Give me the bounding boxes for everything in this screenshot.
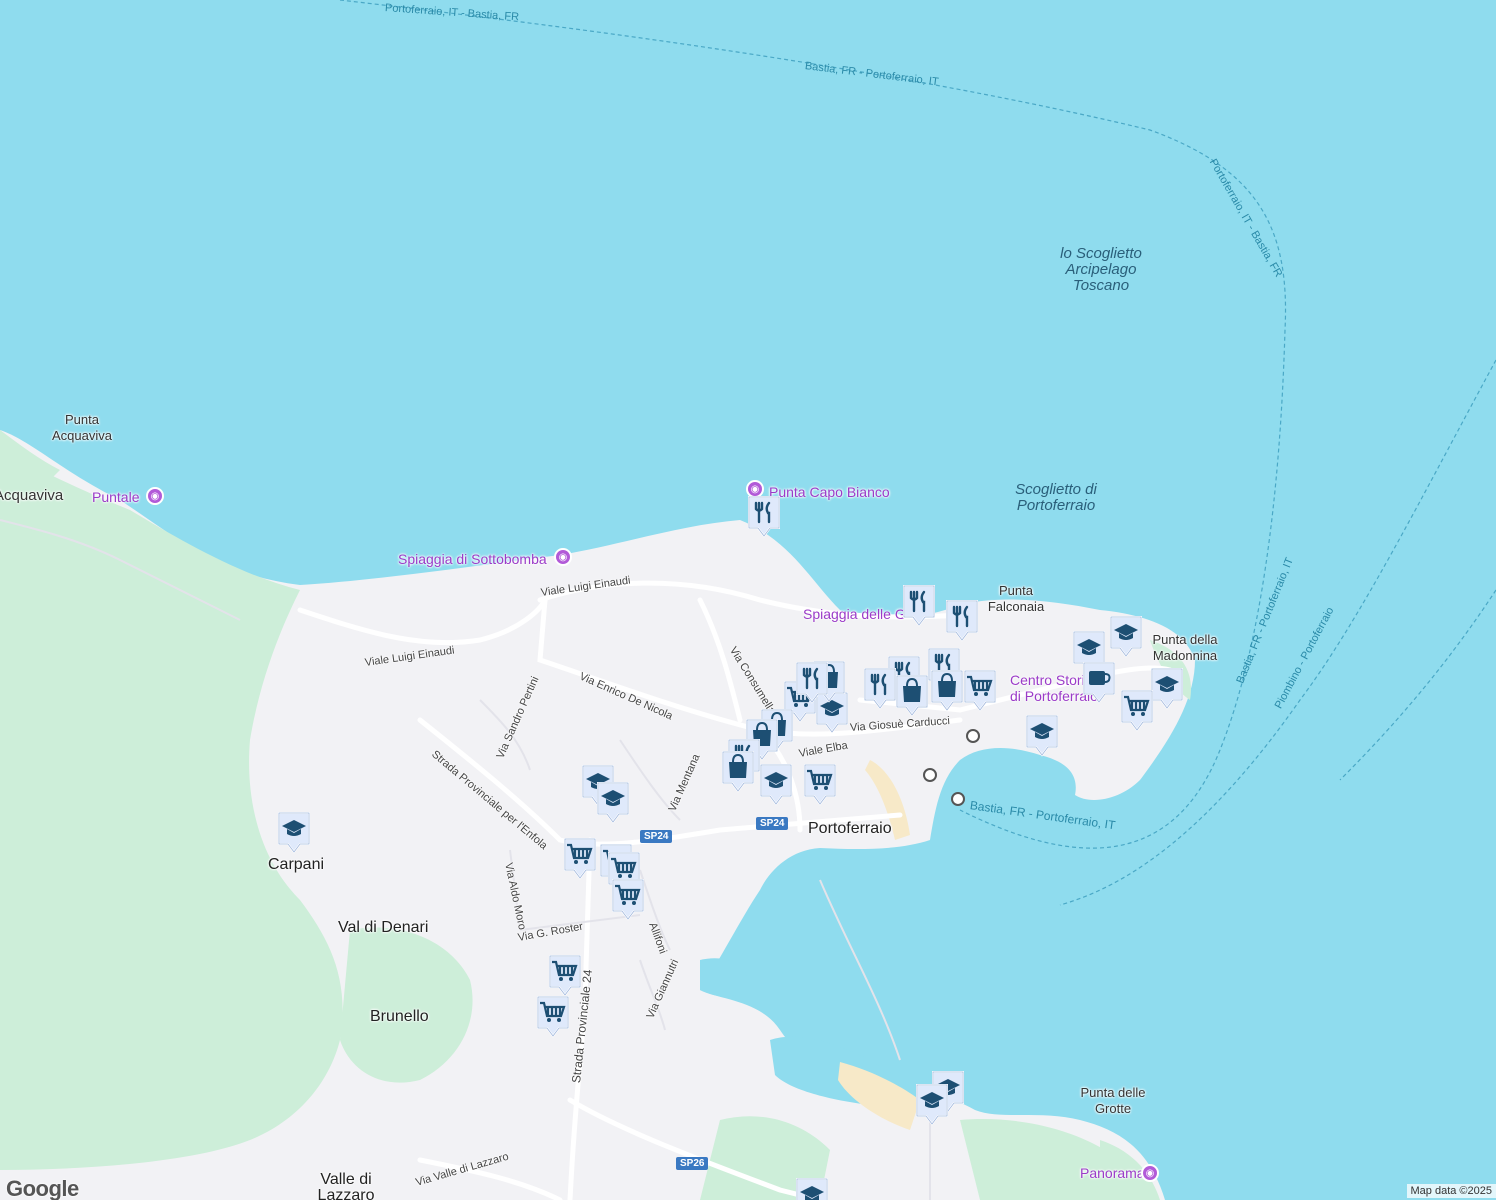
label-line: Arcipelago	[1065, 261, 1137, 278]
punta-grotte-label: Punta delle Grotte	[1080, 1085, 1145, 1117]
punta-falconaia-label: Punta Falconaia	[988, 583, 1044, 615]
road-shield: SP26	[676, 1157, 709, 1170]
carpani-label: Carpani	[268, 856, 325, 873]
shopping-marker-icon[interactable]	[720, 749, 756, 793]
punta-acquaviva-label: Punta Acquaviva	[52, 412, 112, 444]
cafe-marker-icon[interactable]	[1081, 660, 1117, 704]
school-marker-icon[interactable]	[1108, 614, 1144, 658]
scoglietto-label: lo Scoglietto Arcipelago Toscano	[1060, 246, 1142, 294]
ferry-terminal-icon[interactable]	[966, 729, 980, 743]
punta-capo-bianco-label[interactable]: Punta Capo Bianco	[769, 484, 890, 500]
school-marker-icon[interactable]	[595, 780, 631, 824]
label-line: Scoglietto di	[1015, 481, 1097, 498]
label-line: Punta	[999, 583, 1033, 598]
restaurant-marker-icon[interactable]	[901, 583, 937, 627]
restaurant-marker-icon[interactable]	[794, 660, 830, 704]
camera-icon[interactable]: ◉	[1141, 1164, 1159, 1182]
camera-icon[interactable]: ◉	[146, 487, 164, 505]
label-line: Punta della	[1152, 632, 1218, 647]
acquaviva-label: Acquaviva	[0, 487, 64, 504]
label-line: Acquaviva	[52, 428, 112, 443]
portoferraio-city-label: Portoferraio	[808, 820, 892, 837]
label-line: Punta delle	[1080, 1085, 1146, 1100]
shopping-marker-icon[interactable]	[929, 668, 965, 712]
val-di-denari-label: Val di Denari	[338, 919, 429, 936]
google-logo: Google	[6, 1176, 79, 1200]
spiaggia-delle-ghiaie-label[interactable]: Spiaggia delle G	[803, 606, 906, 622]
label-line: Valle di	[320, 1171, 372, 1188]
camera-icon[interactable]: ◉	[554, 548, 572, 566]
cart-marker-icon[interactable]	[962, 668, 998, 712]
scoglietto-portoferraio-label: Scoglietto di Portoferraio	[1015, 482, 1097, 514]
cart-marker-icon[interactable]	[802, 762, 838, 806]
label-line: Falconaia	[987, 599, 1045, 614]
punta-madonnina-label: Punta della Madonnina	[1152, 632, 1217, 664]
restaurant-marker-icon[interactable]	[862, 666, 898, 710]
ferry-terminal-icon[interactable]	[923, 768, 937, 782]
cart-marker-icon[interactable]	[1119, 688, 1155, 732]
restaurant-marker-icon[interactable]	[944, 598, 980, 642]
ferry-terminal-icon[interactable]	[951, 792, 965, 806]
label-line: Portoferraio	[1016, 497, 1096, 514]
cart-marker-icon[interactable]	[562, 836, 598, 880]
school-marker-icon[interactable]	[276, 810, 312, 854]
road-shield: SP24	[640, 830, 673, 843]
brunello-label: Brunello	[370, 1008, 429, 1025]
label-line: Madonnina	[1152, 648, 1218, 663]
school-marker-icon[interactable]	[914, 1082, 950, 1126]
panorama-label[interactable]: Panorama	[1080, 1165, 1145, 1181]
label-line: Punta	[65, 412, 99, 427]
restaurant-marker-icon[interactable]	[746, 494, 782, 538]
school-marker-icon[interactable]	[794, 1176, 830, 1200]
label-line: Lazzaro	[317, 1187, 375, 1200]
label-line: Grotte	[1094, 1101, 1132, 1116]
cart-marker-icon[interactable]	[610, 877, 646, 921]
road-shield: SP24	[756, 817, 789, 830]
cart-marker-icon[interactable]	[547, 953, 583, 997]
school-marker-icon[interactable]	[758, 762, 794, 806]
map-attribution[interactable]: Map data ©2025	[1406, 1184, 1496, 1198]
valle-di-lazzaro-label: Valle di Lazzaro	[318, 1172, 375, 1200]
cart-marker-icon[interactable]	[535, 994, 571, 1038]
label-line: lo Scoglietto	[1060, 245, 1142, 262]
puntale-label[interactable]: Puntale	[92, 489, 139, 505]
shopping-marker-icon[interactable]	[894, 673, 930, 717]
label-line: Toscano	[1072, 277, 1130, 294]
map-canvas[interactable]: lo Scoglietto Arcipelago Toscano Scoglie…	[0, 0, 1496, 1200]
school-marker-icon[interactable]	[1024, 713, 1060, 757]
spiaggia-sottobomba-label[interactable]: Spiaggia di Sottobomba	[398, 551, 547, 567]
